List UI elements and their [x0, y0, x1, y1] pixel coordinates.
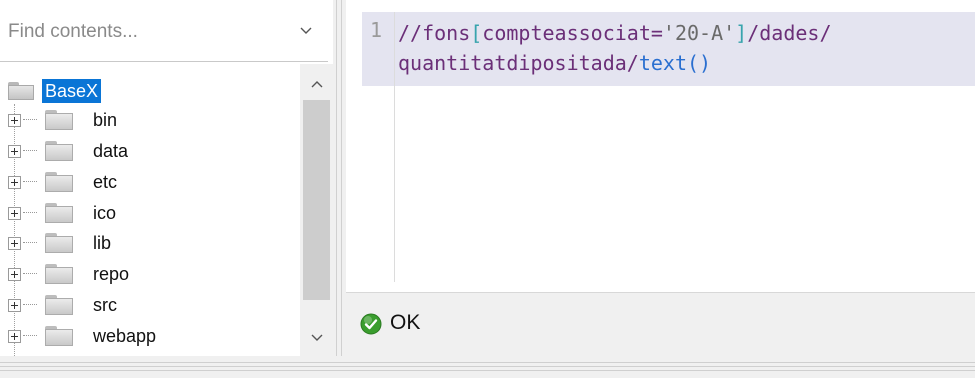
line-number: 1 — [370, 18, 383, 42]
chevron-up-icon — [311, 81, 322, 88]
scroll-up-button[interactable] — [300, 72, 333, 96]
tree-item[interactable]: repo — [8, 261, 129, 287]
tree-item-label: data — [93, 140, 129, 161]
folder-icon — [45, 264, 73, 284]
panel-splitter[interactable] — [333, 0, 346, 356]
code-path: quantitatdipositada/ — [398, 51, 639, 75]
search-history-dropdown[interactable] — [296, 22, 316, 40]
check-circle-icon — [360, 313, 382, 335]
tree-item-label: src — [93, 294, 117, 315]
code-attribute: compteassociat= — [482, 21, 663, 45]
folder-icon — [45, 172, 73, 192]
tree-item-label: ico — [93, 202, 117, 223]
tree-item-label: webapp — [93, 325, 157, 346]
expand-icon[interactable] — [8, 298, 21, 312]
expand-icon[interactable] — [8, 236, 21, 250]
tree-item[interactable]: webapp — [8, 323, 156, 349]
scrollbar-thumb[interactable] — [303, 100, 330, 300]
expand-icon[interactable] — [8, 206, 21, 220]
tree-item-label: lib — [93, 232, 112, 253]
code-path: /dades/ — [747, 21, 832, 45]
tree-scrollbar[interactable] — [300, 64, 333, 356]
tree-item-label: bin — [93, 109, 118, 130]
folder-icon — [45, 295, 73, 315]
code-function: text() — [638, 51, 712, 75]
search-bar — [0, 0, 328, 62]
project-panel: BaseX bin data etc ico lib — [0, 0, 333, 356]
chevron-down-icon — [311, 334, 322, 341]
file-tree: BaseX bin data etc ico lib repo src weba… — [0, 64, 300, 356]
folder-icon — [45, 203, 73, 223]
status-area: OK — [346, 292, 975, 356]
chevron-down-icon — [300, 27, 312, 34]
tree-item[interactable]: etc — [8, 169, 117, 195]
tree-item-label: etc — [93, 171, 118, 192]
tree-item[interactable]: ico — [8, 200, 116, 226]
tree-root-item[interactable]: BaseX — [8, 78, 102, 104]
bottom-splitter[interactable] — [0, 356, 975, 378]
code-bracket-close: ] — [735, 21, 748, 45]
tree-item[interactable]: data — [8, 138, 128, 164]
code-text[interactable]: //fons[compteassociat='20-A']/dades/ qua… — [398, 18, 973, 78]
folder-icon — [45, 233, 73, 253]
tree-root-label: BaseX — [42, 79, 102, 103]
tree-item[interactable]: lib — [8, 230, 111, 256]
code-path: //fons — [398, 21, 471, 45]
gutter-divider — [394, 12, 395, 282]
expand-icon[interactable] — [8, 144, 21, 158]
tree-item[interactable]: src — [8, 292, 117, 318]
folder-icon — [45, 110, 73, 130]
code-bracket-open: [ — [470, 21, 483, 45]
tree-item-label: repo — [93, 263, 130, 284]
folder-icon — [45, 141, 73, 161]
expand-icon[interactable] — [8, 113, 21, 127]
expand-icon[interactable] — [8, 329, 21, 343]
code-string: '20-A' — [662, 21, 736, 45]
query-editor[interactable]: 1 //fons[compteassociat='20-A']/dades/ q… — [346, 0, 975, 292]
folder-open-icon — [8, 82, 34, 100]
expand-icon[interactable] — [8, 267, 21, 281]
status-text: OK — [390, 311, 421, 334]
search-input[interactable] — [0, 14, 290, 50]
scroll-down-button[interactable] — [300, 326, 333, 350]
expand-icon[interactable] — [8, 175, 21, 189]
folder-icon — [45, 326, 73, 346]
tree-item[interactable]: bin — [8, 107, 117, 133]
